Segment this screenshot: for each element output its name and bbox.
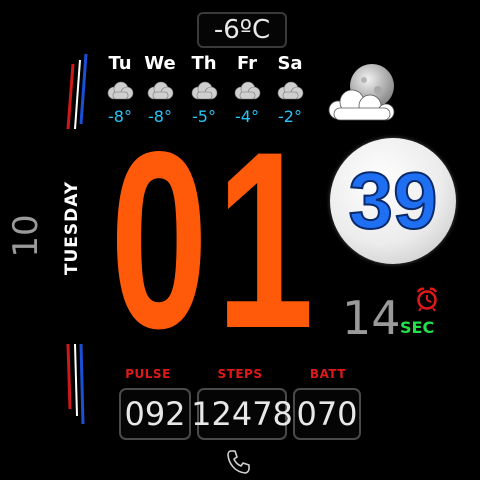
phone-icon[interactable]: [224, 448, 254, 476]
battery-value[interactable]: 070: [293, 388, 361, 440]
forecast-day-name: Fr: [236, 53, 258, 74]
hour-digit: 0: [110, 100, 209, 381]
hour-display: 01: [110, 100, 314, 381]
steps-label: STEPS: [217, 367, 263, 381]
minute-digits: 39: [348, 155, 439, 246]
current-temperature[interactable]: -6ºC: [197, 12, 287, 48]
forecast-day-name: We: [144, 53, 176, 74]
forecast-day-name: Th: [191, 53, 217, 74]
batt-label: BATT: [309, 367, 347, 381]
moon-cloud-icon[interactable]: [318, 60, 428, 130]
date-day-name: TUESDAY: [62, 180, 82, 276]
pulse-label: PULSE: [125, 367, 171, 381]
hour-digit: 1: [216, 100, 315, 381]
pulse-value[interactable]: 092: [119, 388, 191, 440]
forecast-day-name: Tu: [108, 53, 132, 74]
steps-value[interactable]: 12478: [191, 388, 293, 440]
minute-dial: 39: [330, 138, 456, 264]
seconds-label: SEC: [400, 318, 435, 337]
seconds-display: 14: [342, 291, 401, 345]
alarm-clock-icon[interactable]: [414, 286, 440, 312]
date-day-number: 10: [6, 214, 46, 258]
forecast-day-name: Sa: [277, 53, 303, 74]
